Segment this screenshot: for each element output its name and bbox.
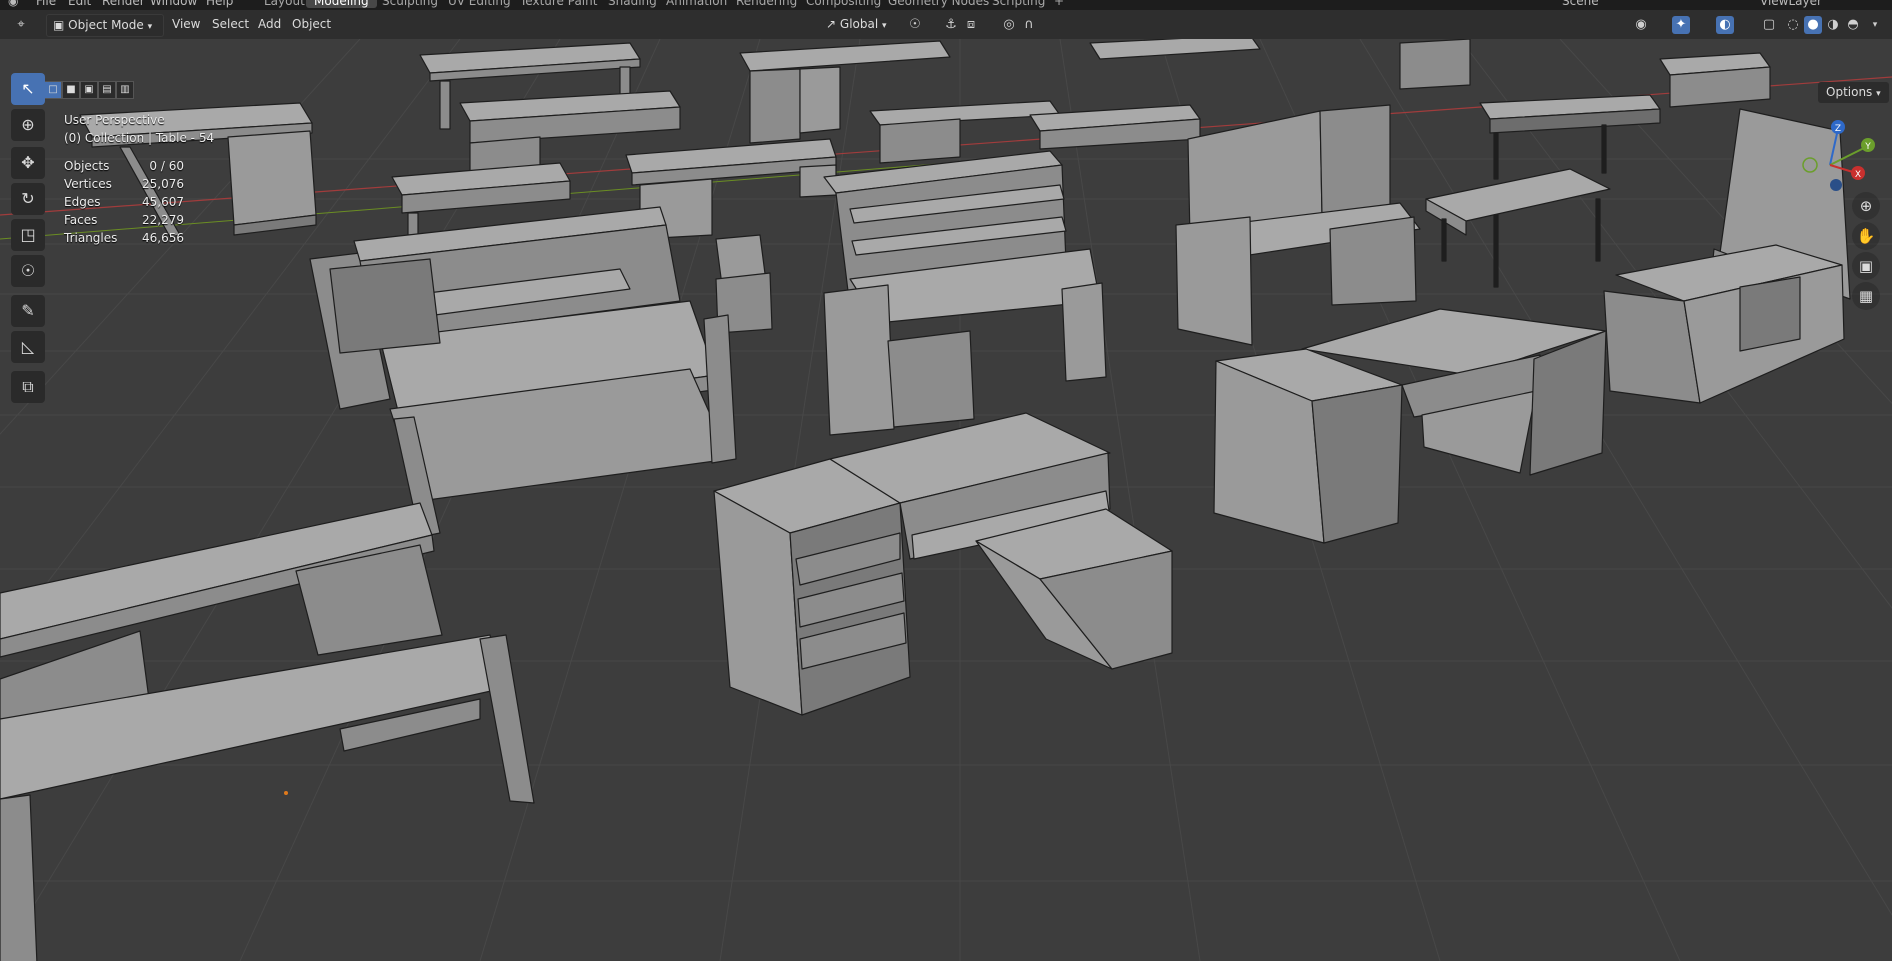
material-shading-icon[interactable]: ◑	[1824, 16, 1842, 34]
cursor-icon[interactable]: ⊕	[11, 109, 45, 141]
add-cube-icon[interactable]: ⧉	[11, 371, 45, 403]
tab-sculpting[interactable]: Sculpting	[374, 0, 446, 8]
view-layer-selector[interactable]: ViewLayer	[1760, 0, 1822, 8]
overlays-toggle-icon[interactable]: ◐	[1716, 16, 1734, 34]
menu-window[interactable]: Window	[150, 0, 197, 8]
3d-viewport[interactable]: □ ■ ▣ ▤ ▥ Options ▾ User Perspective (0)…	[0, 39, 1892, 961]
gizmo-y-label: Y	[1864, 142, 1871, 152]
desk-far-8	[1659, 52, 1771, 108]
perspective-label: User Perspective	[64, 113, 165, 127]
ortho-grid-icon[interactable]: ▦	[1852, 282, 1880, 310]
tab-texture-paint[interactable]: Texture Paint	[512, 0, 605, 8]
select-extend-icon[interactable]: ■	[62, 81, 80, 99]
object-mode-icon: ▣	[53, 18, 65, 32]
scene-selector[interactable]: Scene	[1562, 0, 1599, 8]
tab-uv-editing[interactable]: UV Editing	[440, 0, 519, 8]
visibility-icon[interactable]: ◉	[1632, 16, 1650, 34]
rotate-icon[interactable]: ↻	[11, 183, 45, 215]
annotate-icon[interactable]: ✎	[11, 295, 45, 327]
measure-icon[interactable]: ◺	[11, 331, 45, 363]
scene-canvas[interactable]	[0, 39, 1892, 961]
gizmo-toggle-icon[interactable]: ✦	[1672, 16, 1690, 34]
tab-modeling[interactable]: Modeling	[306, 0, 377, 8]
solid-shading-icon[interactable]: ●	[1804, 16, 1822, 34]
snap-icon[interactable]: ⚓	[942, 16, 960, 34]
chevron-down-icon: ▾	[147, 22, 153, 32]
stat-faces: Faces 22,279	[64, 213, 184, 227]
options-label: Options	[1826, 85, 1873, 99]
zoom-icon[interactable]: ⊕	[1852, 192, 1880, 220]
scale-icon[interactable]: ◳	[11, 219, 45, 251]
editor-type-icon[interactable]: ⌖	[12, 16, 30, 34]
options-dropdown[interactable]: Options ▾	[1818, 82, 1889, 103]
falloff-icon[interactable]: ∩	[1020, 16, 1038, 34]
select-intersect-icon[interactable]: ▥	[116, 81, 134, 99]
viewport-header: ⌖ ▣ Object Mode ▾ View Select Add Object…	[0, 10, 1892, 39]
3d-cursor-origin	[284, 791, 288, 795]
mode-label: Object Mode	[68, 18, 144, 32]
orientation-label: Global	[839, 17, 879, 31]
scene-statistics: Objects 0 / 60 Vertices 25,076 Edges 45,607…	[64, 157, 184, 247]
menu-view[interactable]: View	[166, 14, 206, 35]
add-workspace-button[interactable]: +	[1046, 0, 1072, 8]
gizmo-x-label: X	[1855, 170, 1861, 180]
menu-object[interactable]: Object	[286, 14, 337, 35]
menu-file[interactable]: File	[36, 0, 56, 8]
tab-scripting[interactable]: Scripting	[984, 0, 1053, 8]
move-icon[interactable]: ✥	[11, 147, 45, 179]
menu-select[interactable]: Select	[206, 14, 255, 35]
chevron-down-icon: ▾	[1876, 89, 1881, 99]
tab-geometry-nodes[interactable]: Geometry Nodes	[880, 0, 997, 8]
wireframe-shading-icon[interactable]: ◌	[1784, 16, 1802, 34]
stat-edges: Edges 45,607	[64, 195, 184, 209]
stat-objects: Objects 0 / 60	[64, 159, 184, 173]
xray-icon[interactable]: ▢	[1760, 16, 1778, 34]
proportional-editing-icon[interactable]: ◎	[1000, 16, 1018, 34]
desk-far-9	[1399, 39, 1471, 90]
orientation-icon: ↗	[826, 17, 837, 31]
tab-animation[interactable]: Animation	[658, 0, 735, 8]
mode-dropdown[interactable]: ▣ Object Mode ▾	[46, 14, 164, 37]
transform-orientation-dropdown[interactable]: ↗ Global ▾	[820, 14, 893, 35]
tab-layout[interactable]: Layout	[256, 0, 313, 8]
gizmo-neg-z	[1830, 179, 1842, 191]
gizmo-neg-y	[1802, 157, 1818, 173]
menu-edit[interactable]: Edit	[68, 0, 91, 8]
top-menu-bar: ◉ File Edit Render Window Help Layout Mo…	[0, 0, 1892, 10]
menu-help[interactable]: Help	[206, 0, 233, 8]
stat-triangles: Triangles 46,656	[64, 231, 184, 245]
camera-view-icon[interactable]: ▣	[1852, 252, 1880, 280]
select-new-icon[interactable]: □	[44, 81, 62, 99]
chevron-down-icon: ▾	[882, 21, 887, 31]
select-box-icon[interactable]: ↖	[11, 73, 45, 105]
viewport-info: User Perspective (0) Collection | Table …	[64, 111, 214, 147]
gizmo-z-label: Z	[1835, 124, 1841, 134]
tab-shading[interactable]: Shading	[600, 0, 665, 8]
tab-rendering[interactable]: Rendering	[728, 0, 805, 8]
snap-target-icon[interactable]: ⧈	[962, 16, 980, 34]
pan-hand-icon[interactable]: ✋	[1852, 222, 1880, 250]
transform-icon[interactable]: ☉	[11, 255, 45, 287]
menu-add[interactable]: Add	[252, 14, 287, 35]
shading-options-icon[interactable]: ▾	[1866, 16, 1884, 34]
blender-logo-icon[interactable]: ◉	[8, 0, 18, 8]
collection-label: (0) Collection | Table - 54	[64, 131, 215, 145]
rendered-shading-icon[interactable]: ◓	[1844, 16, 1862, 34]
tab-compositing[interactable]: Compositing	[798, 0, 889, 8]
pivot-point-icon[interactable]: ☉	[906, 16, 924, 34]
menu-render[interactable]: Render	[102, 0, 145, 8]
stat-vertices: Vertices 25,076	[64, 177, 184, 191]
select-invert-icon[interactable]: ▤	[98, 81, 116, 99]
select-subtract-icon[interactable]: ▣	[80, 81, 98, 99]
